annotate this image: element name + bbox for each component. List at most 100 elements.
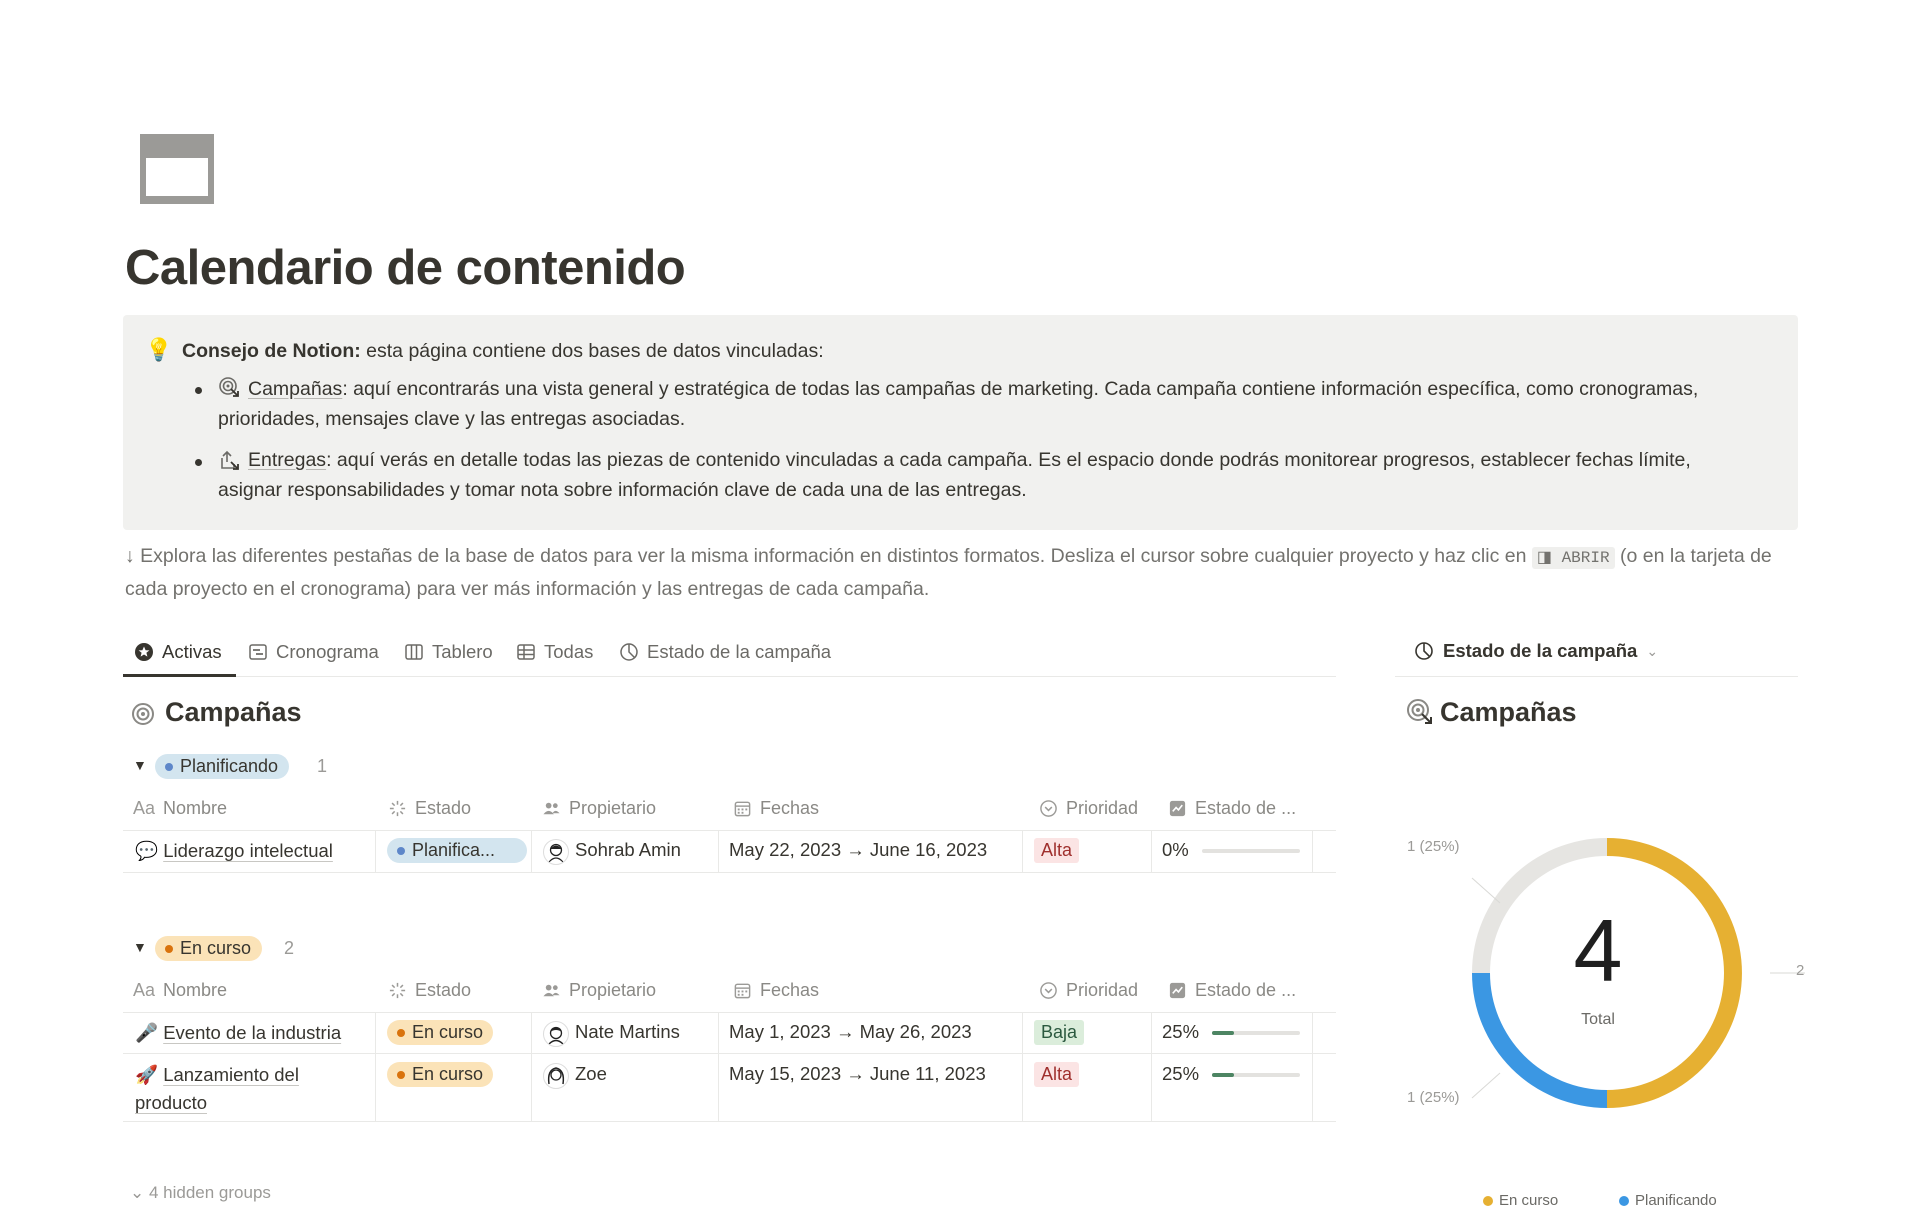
column-divider [718,830,719,872]
status-label: En curso [412,1064,484,1084]
tab-estado-de-la-campana[interactable]: Estado de la campaña [619,640,831,664]
hint-text-1: ↓ Explora las diferentes pestañas de la … [125,545,1532,567]
calendar-icon[interactable] [138,132,216,206]
table-icon [517,644,535,660]
owner-name: Nate Martins [575,1021,680,1042]
hidden-groups-toggle[interactable]: ⌄ 4 hidden groups [130,1183,271,1203]
page-title[interactable]: Calendario de contenido [125,240,686,296]
avatar [543,1021,569,1047]
people-icon [543,802,560,814]
status-pill[interactable]: En curso [387,1020,494,1045]
select-chevron-icon [1040,981,1057,999]
column-header-nombre[interactable]: Aa Nombre [133,978,227,1002]
legend-item[interactable]: Planificando [1619,1192,1717,1209]
column-header-estado-de[interactable]: Estado de ... [1168,978,1296,1002]
row-name[interactable]: Liderazgo intelectual [163,840,333,861]
leader-line [1471,1072,1501,1099]
group-pill-planificando[interactable]: Planificando [155,754,290,779]
chart-pie-icon [1415,642,1433,660]
column-header-prioridad[interactable]: Prioridad [1039,978,1138,1002]
callout-item-text: : aquí verás en detalle todas las piezas… [218,449,1691,501]
bullet-dot [195,459,202,466]
group-toggle-triangle[interactable]: ▼ [133,757,147,773]
group-count: 1 [317,756,328,776]
tab-tablero[interactable]: Tablero [404,640,493,664]
chevron-down-icon: ⌄ [130,1183,149,1202]
column-divider [1151,830,1152,872]
tabs-divider [123,676,1336,677]
legend-item[interactable]: En curso [1483,1192,1558,1209]
lightbulb-icon: 💡 [145,337,173,362]
column-divider [1022,830,1023,872]
open-code-chip: ◨ ABRIR [1531,547,1615,569]
donut-total-value: 4 [1573,901,1623,1000]
row-emoji-icon: 💬 [135,840,159,861]
row-divider [123,830,1336,831]
callout-item-text: : aquí encontrarás una vista general y e… [218,378,1699,430]
column-label: Nombre [163,797,228,818]
tab-cronograma[interactable]: Cronograma [248,640,379,664]
progress-bar [1202,849,1300,853]
callout-lead-bold: Consejo de Notion: [182,340,361,362]
column-header-estado[interactable]: Estado [388,978,471,1002]
column-header-nombre[interactable]: Aa Nombre [133,796,227,820]
column-label: Propietario [569,979,657,1000]
row-name-cell[interactable]: 🎤 Evento de la industria [135,1019,375,1047]
avatar [543,1063,569,1089]
column-header-fechas[interactable]: Fechas [733,978,819,1002]
column-header-fechas[interactable]: Fechas [733,796,819,820]
right-view-divider [1395,676,1798,677]
status-pill[interactable]: Planifica... [387,838,527,863]
owner-name: Sohrab Amin [575,839,681,860]
leader-line [1471,877,1501,904]
status-dot [397,1070,405,1079]
group-label: En curso [180,938,252,958]
board-icon [405,644,423,660]
group-toggle-triangle[interactable]: ▼ [133,939,147,955]
chart-database-title[interactable]: Campañas [1440,697,1577,728]
row-name[interactable]: Evento de la industria [163,1022,341,1043]
status-pill[interactable]: En curso [387,1062,494,1087]
row-name[interactable]: Lanzamiento del producto [135,1064,299,1113]
column-header-estado[interactable]: Estado [388,796,471,820]
tab-label: Activas [162,641,222,662]
row-name-cell[interactable]: 💬 Liderazgo intelectual [135,837,375,865]
date-range: May 1, 2023 → May 26, 2023 [729,1021,972,1042]
column-header-prioridad[interactable]: Prioridad [1039,796,1138,820]
priority-tag[interactable]: Alta [1034,838,1080,863]
campanas-link[interactable]: Campañas [218,378,342,400]
timeline-icon [249,644,267,660]
row-divider [123,1121,1336,1122]
row-divider [123,1053,1336,1054]
date-range: May 22, 2023 → June 16, 2023 [729,839,988,860]
chart-view-selector[interactable]: Estado de la campaña ⌄ [1414,640,1658,662]
column-label: Propietario [569,797,657,818]
progress-label: 0% [1162,839,1189,860]
group-pill-en-curso[interactable]: En curso [155,936,263,961]
column-divider [531,1012,532,1121]
owner-name: Zoe [575,1063,607,1084]
column-divider [531,830,532,872]
priority-tag[interactable]: Baja [1034,1020,1085,1045]
donut-total-label: Total [1581,1011,1615,1028]
priority-tag[interactable]: Alta [1034,1062,1080,1087]
target-arrow-icon [1407,699,1432,724]
database-title[interactable]: Campañas [165,697,302,728]
legend-swatch [1483,1195,1493,1206]
row-name-cell[interactable]: 🚀 Lanzamiento del producto [135,1061,360,1117]
column-label: Prioridad [1066,979,1139,1000]
column-header-propietario[interactable]: Propietario [542,978,656,1002]
column-header-propietario[interactable]: Propietario [542,796,656,820]
star-icon [135,643,153,661]
status-dot [397,1028,405,1037]
tab-todas[interactable]: Todas [516,640,593,664]
rollup-chart-icon [1169,800,1186,816]
tab-activas[interactable]: Activas [134,640,222,664]
group-label: Planificando [180,756,279,776]
entregas-link[interactable]: Entregas [218,449,326,471]
column-header-estado-de[interactable]: Estado de ... [1168,796,1296,820]
text-type-icon: Aa [133,797,156,818]
tab-label: Cronograma [276,641,379,662]
select-chevron-icon [1040,799,1057,817]
row-emoji-icon: 🎤 [135,1022,159,1043]
